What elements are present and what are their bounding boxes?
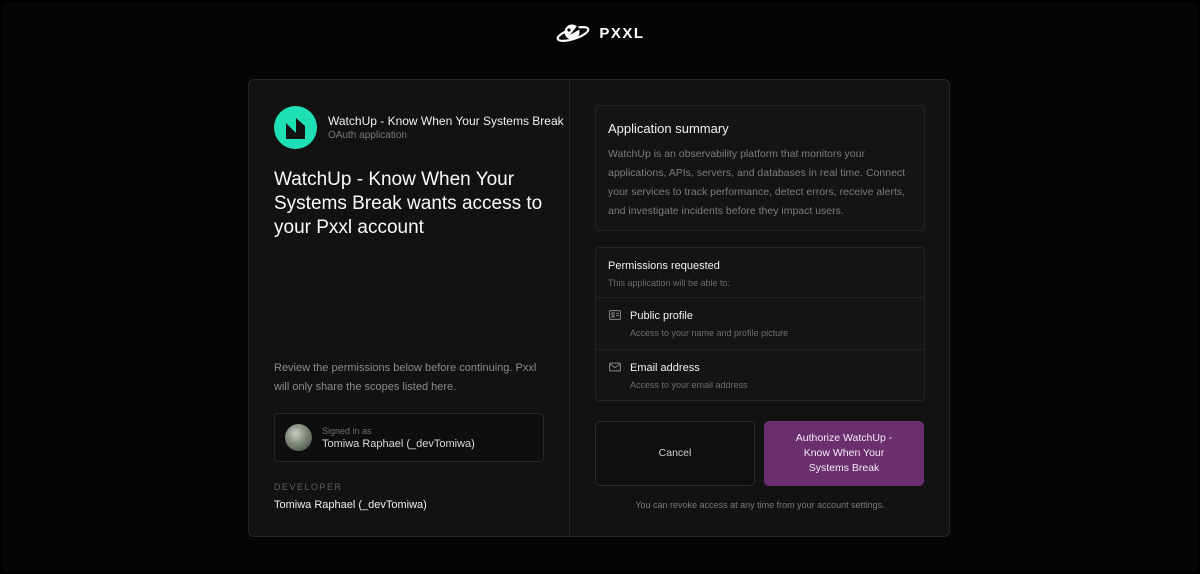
summary-body: WatchUp is an observability platform tha… (608, 148, 906, 217)
permission-item-email-address: Email address Access to your email addre… (596, 349, 924, 402)
application-summary: Application summary WatchUp is an observ… (595, 105, 925, 231)
signed-in-card: Signed in as Tomiwa Raphael (_devTomiwa) (274, 413, 544, 462)
summary-title: Application summary (608, 121, 729, 136)
app-name: WatchUp - Know When Your Systems Break (328, 114, 564, 128)
permission-label: Email address (630, 362, 700, 374)
avatar (285, 424, 312, 451)
watchup-logo-icon (274, 106, 317, 149)
app-info-panel: WatchUp - Know When Your Systems Break O… (249, 80, 570, 536)
brand-header: PXXL (0, 20, 1200, 46)
permission-description: Access to your email address (630, 380, 748, 390)
permission-item-public-profile: Public profile Access to your name and p… (596, 297, 924, 350)
cancel-button[interactable]: Cancel (595, 421, 755, 486)
authorize-button[interactable]: Authorize WatchUp - Know When Your Syste… (764, 421, 924, 486)
review-notice: Review the permissions below before cont… (274, 362, 537, 393)
permissions-subtitle: This application will be able to: (608, 278, 731, 288)
permissions-title: Permissions requested (608, 260, 720, 272)
revoke-note: You can revoke access at any time from y… (635, 500, 885, 510)
permissions-list: Permissions requested This application w… (595, 247, 925, 401)
permission-description: Access to your name and profile picture (630, 328, 789, 338)
page-title: WatchUp - Know When Your Systems Break w… (274, 169, 543, 238)
app-header: WatchUp - Know When Your Systems Break O… (274, 106, 564, 149)
developer-name: Tomiwa Raphael (_devTomiwa) (274, 499, 427, 511)
app-type-label: OAuth application (328, 130, 407, 141)
brand-name: PXXL (599, 24, 645, 42)
oauth-consent-card: WatchUp - Know When Your Systems Break O… (248, 79, 950, 537)
id-card-icon (609, 310, 621, 320)
planet-rocket-icon (557, 24, 590, 42)
permission-label: Public profile (630, 310, 693, 322)
permissions-panel: Application summary WatchUp is an observ… (570, 80, 949, 536)
mail-icon (609, 362, 621, 372)
signed-in-caption: Signed in as (322, 425, 372, 436)
signed-in-user: Tomiwa Raphael (_devTomiwa) (322, 437, 475, 450)
developer-label: DEVELOPER (274, 482, 343, 492)
